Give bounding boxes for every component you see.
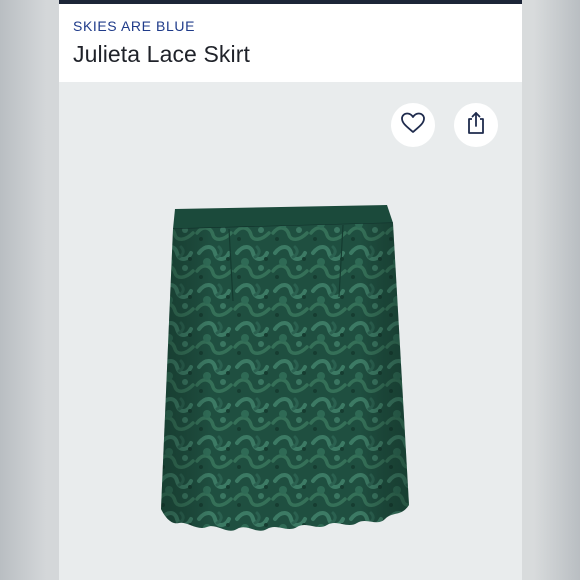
screenshot-frame: SKIES ARE BLUE Julieta Lace Skirt <box>0 0 580 580</box>
product-image-area[interactable] <box>59 82 522 580</box>
share-icon <box>464 110 488 141</box>
heart-icon <box>400 111 426 140</box>
product-title: Julieta Lace Skirt <box>73 41 250 67</box>
brand-link[interactable]: SKIES ARE BLUE <box>73 18 195 34</box>
lace-skirt-image <box>161 205 409 531</box>
product-photo <box>157 205 427 545</box>
product-header: SKIES ARE BLUE Julieta Lace Skirt <box>59 4 522 82</box>
product-screen: SKIES ARE BLUE Julieta Lace Skirt <box>59 0 522 580</box>
favorite-button[interactable] <box>391 103 435 147</box>
share-button[interactable] <box>454 103 498 147</box>
